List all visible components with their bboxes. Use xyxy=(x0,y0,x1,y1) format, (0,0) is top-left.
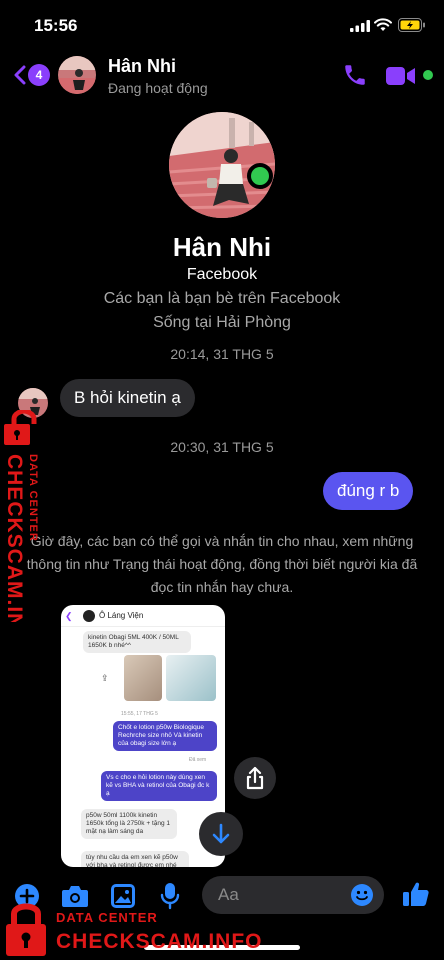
camera-icon[interactable] xyxy=(61,884,89,908)
lock-icon xyxy=(4,410,37,445)
arrow-down-icon xyxy=(212,823,230,844)
message-input-placeholder: Aa xyxy=(218,885,239,904)
emoji-icon[interactable] xyxy=(350,883,374,907)
thumbs-up-icon[interactable] xyxy=(402,880,430,908)
screenshot-title: Ô Láng Viện xyxy=(99,611,144,620)
screenshot-timestamp: 15:55, 17 THG 5 xyxy=(121,711,158,717)
video-camera-icon[interactable] xyxy=(386,66,416,86)
screenshot-message: p50w 50ml 1100k kinetin 1650k tổng là 27… xyxy=(81,809,177,839)
svg-text:DATA CENTER: DATA CENTER xyxy=(27,454,39,542)
battery-icon xyxy=(398,18,425,32)
message-timestamp: 20:30, 31 THG 5 xyxy=(170,439,274,455)
message-timestamp: 20:14, 31 THG 5 xyxy=(170,346,274,362)
profile-location-text: Sống tại Hải Phòng xyxy=(153,314,291,331)
scroll-to-bottom-button[interactable] xyxy=(199,812,243,856)
screenshot-message: Chốt e lotion p50w Biologique Rechrche s… xyxy=(113,721,217,751)
share-button[interactable] xyxy=(234,757,276,799)
profile-online-indicator xyxy=(247,163,273,189)
status-time: 15:56 xyxy=(34,16,78,35)
outgoing-message[interactable]: đúng r b xyxy=(323,472,414,510)
product-photo xyxy=(124,655,162,701)
contact-name[interactable]: Hân Nhi xyxy=(108,56,176,77)
watermark-vertical-text: CHECKSCAM.INFO DATA CENTER xyxy=(4,454,39,622)
screenshot-seen-label: Đã xem xyxy=(189,757,207,763)
avatar xyxy=(83,610,95,622)
profile-name: Hân Nhi xyxy=(172,232,272,262)
active-status: Đang hoạt động xyxy=(108,80,208,96)
watermark-site-text: CHECKSCAM.INFO xyxy=(56,930,263,953)
online-indicator xyxy=(423,70,433,80)
lock-icon xyxy=(6,903,46,956)
share-icon: ⇪ xyxy=(101,673,109,683)
back-button[interactable]: 4 xyxy=(12,60,52,90)
watermark-datacenter-text: DATA CENTER xyxy=(56,910,158,925)
back-chevron-icon: ❮ xyxy=(65,611,73,621)
profile-friends-text: Các bạn là bạn bè trên Facebook xyxy=(103,290,341,307)
connection-info-text: Giờ đây, các bạn có thể gọi và nhắn tin … xyxy=(26,533,418,595)
phone-icon[interactable] xyxy=(342,62,368,88)
incoming-message[interactable]: B hỏi kinetin ạ xyxy=(60,379,195,417)
message-input[interactable]: Aa xyxy=(202,876,384,914)
svg-text:CHECKSCAM.INFO: CHECKSCAM.INFO xyxy=(4,454,26,622)
screenshot-message: tùy nhu cầu da em xen kẽ p50w với bha và… xyxy=(81,851,189,867)
screenshot-message: Vs c cho e hỏi lotion này dùng xen kẽ vs… xyxy=(101,771,217,801)
unread-count-badge: 4 xyxy=(28,64,50,86)
header-avatar[interactable] xyxy=(58,56,96,94)
back-chevron-icon xyxy=(14,65,26,85)
product-photo xyxy=(166,655,216,701)
wifi-icon xyxy=(374,18,392,31)
profile-platform: Facebook xyxy=(186,266,258,283)
screenshot-message: kinetin Obagi 5ML 400K / 50ML 1650K b nh… xyxy=(83,631,191,653)
screenshot-header: ❮ Ô Láng Viện xyxy=(61,605,225,627)
image-icon[interactable] xyxy=(110,883,136,909)
share-icon xyxy=(246,766,264,790)
signal-icon xyxy=(350,20,370,32)
microphone-icon[interactable] xyxy=(160,882,180,910)
